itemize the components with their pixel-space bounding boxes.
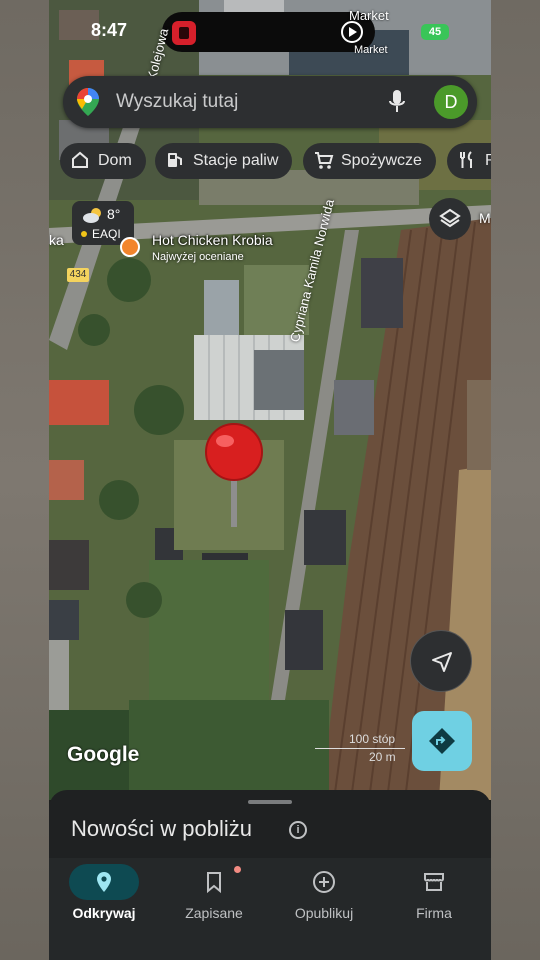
bottom-sheet[interactable]: Nowości w pobliżu i — [49, 790, 491, 860]
scale-meters: 20 m — [369, 750, 396, 764]
google-logo: Google — [67, 743, 140, 766]
nav-label: Firma — [416, 905, 452, 921]
nav-label: Opublikuj — [294, 905, 354, 921]
map-label-store: Market — [349, 8, 389, 23]
nav-icon-container — [179, 864, 249, 900]
nav-business[interactable]: Firma — [379, 864, 489, 934]
nav-explore[interactable]: Odkrywaj — [49, 864, 159, 934]
partly-cloudy-icon — [83, 208, 101, 223]
map-label-store-2: Market — [354, 44, 388, 56]
info-icon[interactable]: i — [289, 821, 307, 839]
map-scale: 100 stóp 20 m — [315, 728, 405, 766]
scale-feet: 100 stóp — [349, 732, 396, 746]
layers-button[interactable] — [429, 198, 471, 240]
chip-label: Stacje paliw — [193, 152, 279, 169]
play-icon[interactable] — [341, 21, 363, 43]
search-placeholder[interactable]: Wyszukaj tutaj — [116, 91, 238, 113]
location-pin-icon — [97, 872, 111, 892]
restaurant-poi-icon[interactable] — [120, 237, 140, 257]
category-chips: Dom Stacje paliw Spożywcze R — [60, 143, 491, 179]
notification-dot — [234, 866, 241, 873]
my-location-button[interactable] — [410, 630, 472, 692]
chip-home[interactable]: Dom — [60, 143, 146, 179]
microphone-icon[interactable] — [389, 90, 405, 114]
map-label-edge-left: ka — [49, 232, 64, 248]
nav-icon-container — [69, 864, 139, 900]
add-circle-icon — [313, 871, 335, 893]
nav-contribute[interactable]: Opublikuj — [269, 864, 379, 934]
battery-indicator: 45 — [421, 24, 449, 40]
nav-icon-container — [399, 864, 469, 900]
restaurant-icon — [460, 151, 472, 168]
search-bar[interactable]: Wyszukaj tutaj D — [63, 76, 477, 128]
nav-icon-container — [289, 864, 359, 900]
scale-bar — [315, 748, 405, 749]
account-avatar[interactable]: D — [434, 85, 468, 119]
chip-label: Dom — [98, 152, 132, 169]
gas-station-icon — [168, 153, 182, 167]
map-label-edge-right: M — [479, 210, 491, 226]
nav-label: Odkrywaj — [72, 905, 136, 921]
poi-subtitle: Najwyżej oceniane — [152, 251, 244, 263]
google-maps-pin-icon — [77, 88, 99, 116]
aqi-status-dot — [81, 231, 87, 237]
dynamic-island[interactable] — [162, 12, 375, 52]
store-icon — [424, 873, 444, 891]
chip-label: Spożywcze — [341, 152, 422, 169]
bottom-navigation: Odkrywaj Zapisane Opublikuj Firma — [49, 858, 491, 960]
satellite-map[interactable]: 8:47 45 Market Market Kolejowa Wyszukaj … — [49, 0, 491, 800]
sheet-title: Nowości w pobliżu — [71, 816, 252, 841]
chip-groceries[interactable]: Spożywcze — [303, 143, 436, 179]
nav-saved[interactable]: Zapisane — [159, 864, 269, 934]
directions-icon — [429, 728, 455, 754]
poi-name[interactable]: Hot Chicken Krobia — [152, 232, 273, 248]
home-icon — [72, 151, 88, 168]
weather-aqi: EAQI — [92, 227, 121, 241]
chip-label: R — [485, 152, 491, 169]
sheet-drag-handle[interactable] — [248, 800, 292, 804]
nav-label: Zapisane — [185, 905, 243, 921]
weather-temperature: 8° — [107, 206, 121, 222]
status-time: 8:47 — [91, 20, 128, 40]
navigation-arrow-icon — [432, 652, 452, 672]
directions-button[interactable] — [412, 711, 472, 771]
road-number-badge: 434 — [67, 268, 89, 282]
app-icon — [172, 21, 196, 45]
phone-screen: 8:47 45 Market Market Kolejowa Wyszukaj … — [49, 0, 491, 960]
cart-icon — [315, 152, 334, 169]
layers-icon — [439, 208, 461, 228]
chip-restaurants[interactable]: R — [447, 143, 491, 179]
chip-gas-stations[interactable]: Stacje paliw — [155, 143, 293, 179]
dropped-pin-icon[interactable] — [205, 423, 263, 529]
bookmark-icon — [207, 872, 221, 894]
